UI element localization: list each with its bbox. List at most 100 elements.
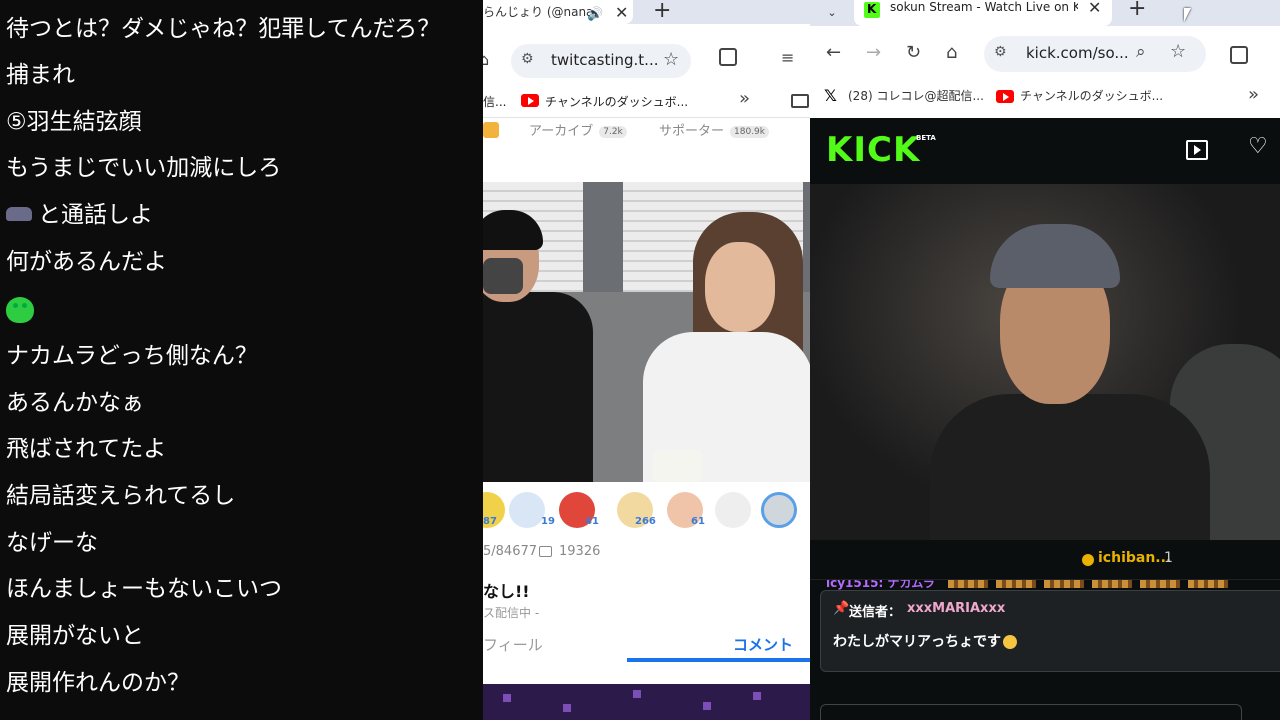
mug [653,450,703,482]
comment-line: ⑤羽生結弦顔 [6,109,142,135]
bookmark-item[interactable]: 信... [483,93,506,110]
pinned-text: わたしがマリアっちょです [833,631,1017,651]
chat-input[interactable] [820,704,1242,720]
emote [1044,580,1084,588]
tab-profile[interactable]: フィール [483,634,543,655]
twitcasting-window: らんじょり (@nana 🔊 ✕ + ⌂ ⚙ twitcasting.t... … [483,0,810,720]
live-video-player[interactable] [483,182,810,482]
stream-title: なし!! [483,582,530,601]
kick-header: KICK BETA ♡ [810,118,1280,184]
stream-status: ス配信中 - [483,606,540,620]
comment-line: ほんましょーもないこいつ [6,576,282,602]
bookmark-item[interactable]: (28) コレコレ@超配信... [848,87,984,104]
comment-line: あるんかなぁ [6,390,144,416]
gift-icon[interactable] [715,492,751,528]
reload-icon[interactable]: ↻ [906,42,921,63]
home-icon[interactable]: ⌂ [483,50,489,69]
emote [948,580,988,588]
emote [1188,580,1228,588]
gift-count: 41 [585,516,599,527]
address-bar[interactable]: ⚙ twitcasting.t... ☆ [511,44,691,78]
close-icon[interactable]: ✕ [615,1,628,24]
bookmark-item[interactable]: チャンネルのダッシュボ... [545,93,688,110]
chevron-right-icon[interactable]: » [1248,84,1259,105]
comment-line: と通話しよ [6,200,153,230]
active-tab-indicator [627,658,810,662]
close-icon[interactable]: ✕ [1088,0,1101,17]
youtube-icon [996,90,1014,103]
bookmarks-bar: 信... チャンネルのダッシュボ... » [483,84,810,118]
comment-icon [539,546,552,557]
address-bar[interactable]: ⚙ kick.com/so... ⌕ ☆ [984,36,1206,72]
hippo-emote-icon [6,206,32,221]
archive-link[interactable]: アーカイブ 7.2k [529,120,627,139]
gift-icon[interactable] [509,492,545,528]
count-badge: 180.9k [730,125,769,138]
top-gifter-count: 1 [1164,550,1173,566]
pixel-decoration [563,704,571,712]
new-tab-button[interactable]: + [653,0,671,23]
url-text: twitcasting.t... [551,51,659,69]
mouse-cursor-icon [1184,8,1191,22]
site-info-icon[interactable]: ⚙ [994,44,1007,60]
top-gifter-name[interactable]: ichiban... [1098,550,1171,566]
live-video-player[interactable] [810,184,1280,540]
comment-overlay: 待つとは？ダメじゃね？犯罪してんだろ？ 捕まれ ⑤羽生結弦顔 もうまじでいい加減… [0,0,483,720]
gift-count: 266 [635,516,656,527]
gift-badge-icon [1082,554,1094,566]
zoom-icon[interactable]: ⌕ [1136,42,1146,62]
count-badge: 7.2k [599,125,627,138]
content-tabs: フィール コメント [483,630,810,662]
bookmarks-bar: 𝕏 (28) コレコレ@超配信... チャンネルのダッシュボ... » [810,82,1280,118]
tab-twitcasting[interactable]: らんじょり (@nana 🔊 ✕ [483,0,633,24]
comment-count: 19326 [559,544,601,559]
pinned-sender[interactable]: xxxMARIAxxx [907,601,1005,616]
gift-count: 19 [541,516,555,527]
x-logo-icon: 𝕏 [824,86,837,105]
tab-comment[interactable]: コメント [733,634,793,655]
youtube-icon [521,94,539,107]
star-icon[interactable]: ☆ [663,49,679,70]
archive-label: アーカイブ [529,124,594,139]
home-icon[interactable]: ⌂ [946,42,957,63]
comment-line: 結局話変えられてるし [6,483,236,509]
extensions-icon[interactable] [719,48,737,66]
new-tab-button[interactable]: + [1128,0,1146,21]
chevron-right-icon[interactable]: » [739,88,750,109]
supporter-link[interactable]: サポーター 180.9k [659,120,769,139]
gift-bar: 87 19 41 266 61 [483,488,810,538]
browser-toolbar: ← → ↻ ⌂ ⚙ kick.com/so... ⌕ ☆ [810,26,1280,82]
person-face [705,242,775,332]
gift-icon[interactable] [761,492,797,528]
kick-logo[interactable]: KICK [826,130,920,170]
face-mask [483,258,523,294]
chat-top-bar: ichiban... 1 [810,540,1280,580]
comment-line: なげーな [6,530,98,556]
pinned-message-text: わたしがマリアっちょです [833,634,1001,650]
laugh-emoji-icon [1003,635,1017,649]
bookmark-item[interactable]: チャンネルのダッシュボ... [1020,87,1163,104]
pinned-message[interactable]: 📌 送信者： xxxMARIAxxx わたしがマリアっちょです [820,590,1280,672]
channel-subnav: アーカイブ 7.2k サポーター 180.9k [483,118,810,142]
comment-line: ナカムラどっち側なん？ [6,343,258,369]
back-icon[interactable]: ← [826,42,841,63]
speaker-icon[interactable]: 🔊 [587,3,603,24]
theater-mode-icon[interactable] [1186,140,1208,160]
extensions-icon[interactable] [1230,46,1248,64]
pinned-label: 送信者： [849,605,902,620]
gift-count: 87 [483,516,497,527]
folder-icon[interactable] [791,94,809,108]
tab-kick[interactable]: sokun Stream - Watch Live on K ✕ [854,0,1112,26]
forward-icon[interactable]: → [866,42,881,63]
kick-favicon-icon [864,2,880,18]
media-control-icon[interactable]: ≡ [781,48,794,67]
star-icon[interactable]: ☆ [1170,41,1186,62]
url-text: kick.com/so... [1026,44,1129,62]
tab-title: sokun Stream - Watch Live on K [890,0,1078,14]
pixel-decoration [633,690,641,698]
site-info-icon[interactable]: ⚙ [521,51,534,67]
emote [1092,580,1132,588]
pixel-decoration [503,694,511,702]
heart-icon[interactable]: ♡ [1248,134,1268,159]
tab-search-icon[interactable]: ⌄ [822,4,842,22]
